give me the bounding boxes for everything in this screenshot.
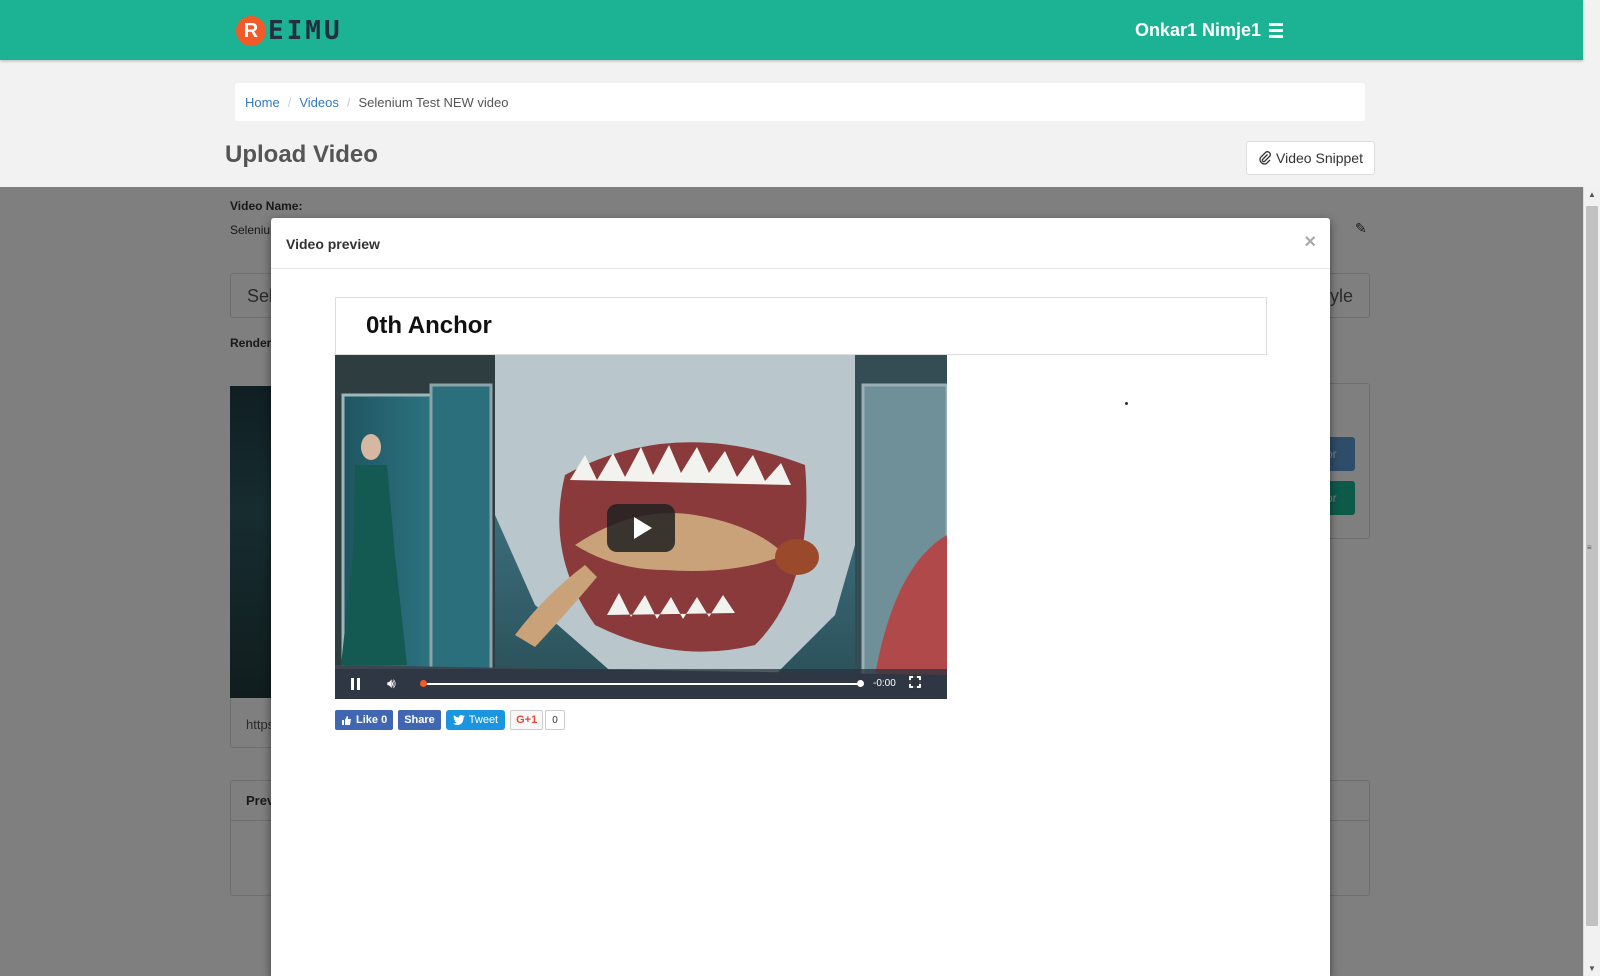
breadcrumb-current: Selenium Test NEW video — [358, 94, 509, 110]
reimu-logo[interactable]: R EIMU — [236, 16, 343, 46]
anchor-title-box: 0th Anchor — [335, 297, 1267, 355]
progress-bar[interactable] — [420, 680, 864, 687]
fullscreen-icon[interactable] — [908, 675, 922, 689]
modal-title: Video preview — [286, 236, 380, 252]
facebook-share-button[interactable]: Share — [398, 710, 441, 730]
facebook-like-button[interactable]: Like 0 — [335, 710, 394, 730]
anchor-title: 0th Anchor — [366, 312, 492, 339]
facebook-like-label: Like 0 — [356, 714, 388, 726]
logo-badge: R — [236, 16, 266, 46]
paperclip-icon — [1259, 151, 1271, 165]
volume-icon[interactable]: 🔊︎ — [387, 675, 396, 692]
share-buttons: Like 0 Share Tweet G+1 0 — [335, 710, 565, 730]
video-controls: 🔊︎ -0:00 — [335, 669, 947, 699]
scrollbar-thumb[interactable] — [1586, 206, 1598, 926]
time-remaining: -0:00 — [873, 678, 896, 689]
video-snippet-button[interactable]: Video Snippet — [1246, 141, 1375, 175]
progress-end-marker — [857, 680, 864, 687]
thumbs-up-icon — [342, 715, 351, 725]
play-icon — [634, 517, 652, 539]
logo-text: EIMU — [268, 16, 343, 46]
page-scrollbar[interactable]: ▲ ≡ ▼ — [1583, 187, 1600, 976]
google-plus-button[interactable]: G+1 — [510, 710, 544, 730]
dot-marker — [1125, 402, 1128, 405]
facebook-share-label: Share — [404, 714, 435, 726]
video-snippet-label: Video Snippet — [1276, 150, 1363, 166]
twitter-bird-icon — [452, 715, 465, 725]
tweet-button[interactable]: Tweet — [445, 710, 506, 730]
hamburger-icon[interactable] — [1269, 23, 1283, 38]
breadcrumb: Home / Videos / Selenium Test NEW video — [235, 83, 1365, 121]
scrollbar-grip-icon: ≡ — [1587, 543, 1592, 552]
close-icon[interactable]: × — [1304, 231, 1316, 254]
tweet-label: Tweet — [468, 714, 499, 726]
google-plus-label: G+1 — [516, 714, 538, 726]
breadcrumb-videos[interactable]: Videos — [299, 95, 339, 110]
video-preview-modal: Video preview × 0th Anchor 🔊︎ -0:00 Like… — [271, 218, 1330, 976]
scroll-down-arrow-icon[interactable]: ▼ — [1588, 964, 1596, 973]
user-name: Onkar1 Nimje1 — [1134, 20, 1261, 40]
google-plus-count: 0 — [545, 710, 565, 730]
page-title: Upload Video — [225, 141, 378, 168]
video-player[interactable]: 🔊︎ -0:00 — [335, 355, 947, 699]
pause-icon[interactable] — [351, 678, 363, 690]
modal-header: Video preview × — [271, 218, 1330, 269]
user-menu[interactable]: Onkar1 Nimje1 — [1135, 20, 1283, 41]
progress-handle[interactable] — [420, 680, 427, 687]
top-navbar: R EIMU Onkar1 Nimje1 — [0, 0, 1583, 60]
breadcrumb-separator: / — [287, 94, 292, 110]
play-button[interactable] — [607, 504, 675, 552]
breadcrumb-home[interactable]: Home — [245, 95, 280, 110]
scroll-up-arrow-icon[interactable]: ▲ — [1588, 190, 1596, 199]
breadcrumb-separator: / — [346, 94, 351, 110]
